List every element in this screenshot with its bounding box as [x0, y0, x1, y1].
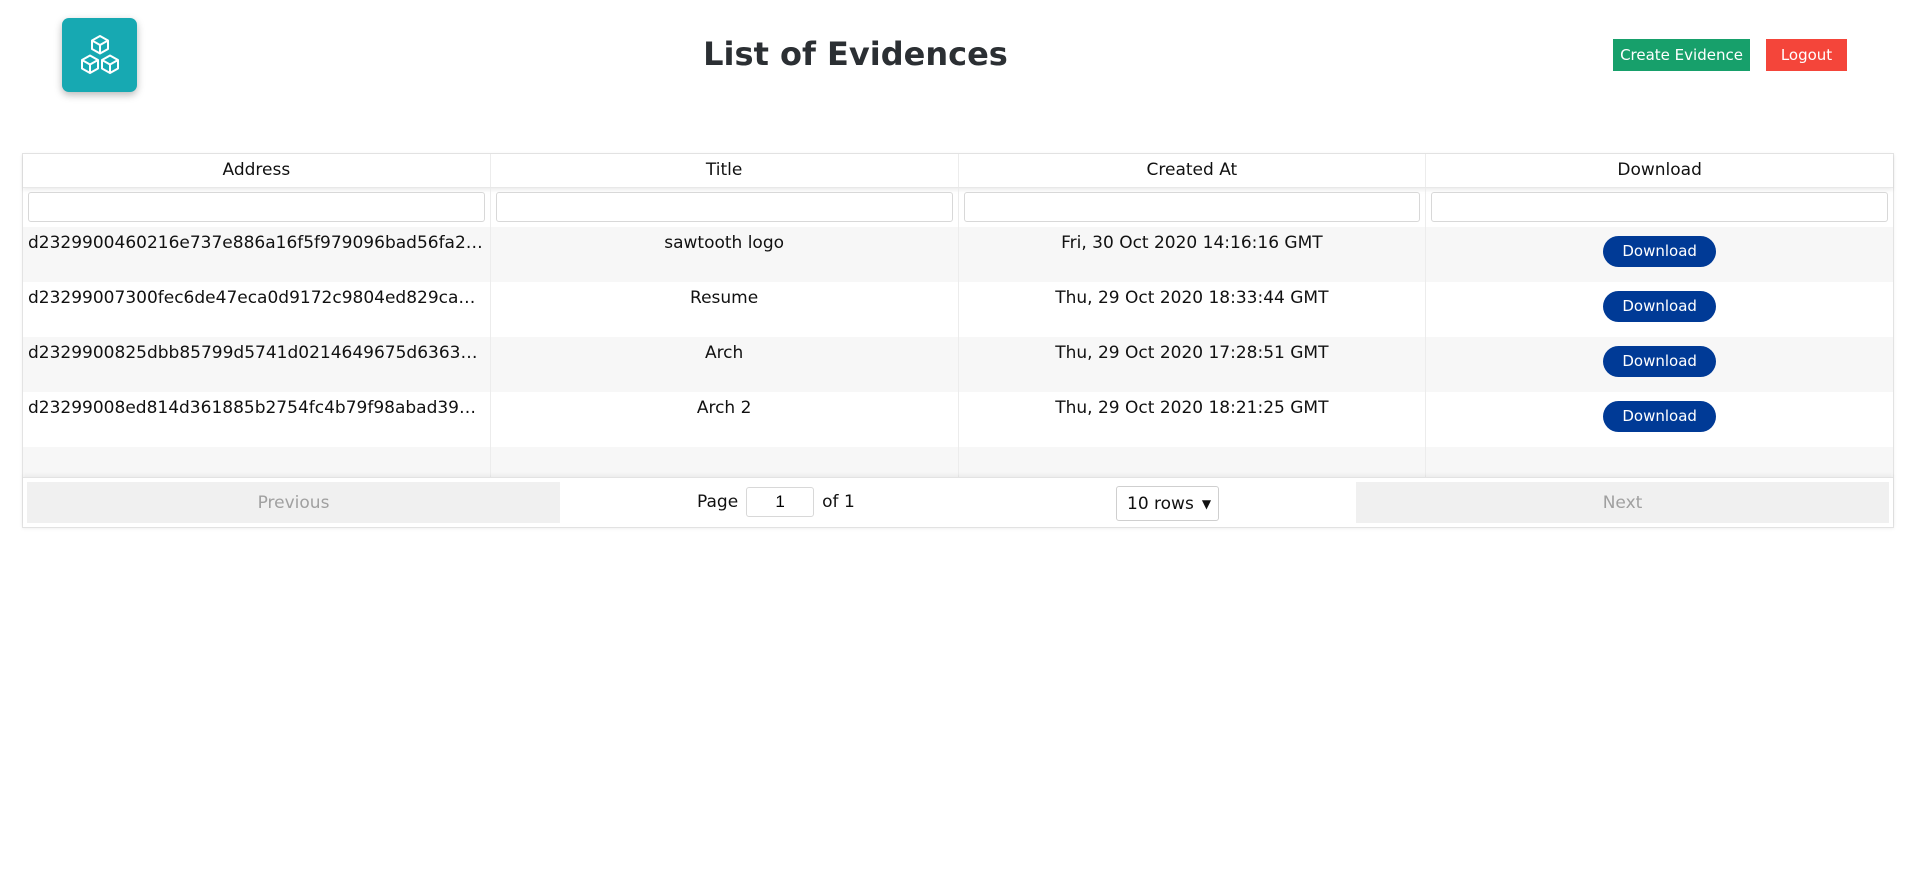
column-header-address[interactable]: Address	[23, 154, 491, 187]
page-number-input[interactable]	[746, 487, 815, 517]
created-at-filter-input[interactable]	[963, 192, 1421, 222]
table-row: d2329900460216e737e886a16f5f979096bad56f…	[23, 227, 1893, 282]
page-total-label: of 1	[822, 492, 855, 512]
created-at-cell: Thu, 29 Oct 2020 17:28:51 GMT	[959, 337, 1427, 392]
previous-button[interactable]: Previous	[27, 482, 560, 523]
download-button[interactable]: Download	[1603, 401, 1716, 432]
title-cell: Arch	[491, 337, 959, 392]
title-cell: Resume	[491, 282, 959, 337]
pagination-bar: Previous Page of 1 10 rows ▼ Next	[23, 477, 1893, 527]
address-cell: d2329900460216e737e886a16f5f979096bad56f…	[23, 227, 491, 282]
page-title: List of Evidences	[703, 35, 1008, 73]
rows-per-page-select[interactable]: 10 rows ▼	[1116, 486, 1219, 521]
table-row: d23299007300fec6de47eca0d9172c9804ed829c…	[23, 282, 1893, 337]
column-header-download[interactable]: Download	[1426, 154, 1893, 187]
title-cell: sawtooth logo	[491, 227, 959, 282]
page-label: Page	[697, 492, 739, 512]
page-indicator: Page of 1	[697, 487, 855, 517]
download-button[interactable]: Download	[1603, 291, 1716, 322]
address-cell: d2329900825dbb85799d5741d0214649675d6363…	[23, 337, 491, 392]
address-cell: d23299008ed814d361885b2754fc4b79f98abad3…	[23, 392, 491, 447]
create-evidence-button[interactable]: Create Evidence	[1613, 39, 1750, 71]
table-row: d23299008ed814d361885b2754fc4b79f98abad3…	[23, 392, 1893, 447]
table-header: Address Title Created At Download	[23, 154, 1893, 188]
evidence-table: Address Title Created At Download d23299…	[22, 153, 1894, 528]
next-button[interactable]: Next	[1356, 482, 1889, 523]
address-filter-input[interactable]	[28, 192, 485, 222]
created-at-cell: Thu, 29 Oct 2020 18:21:25 GMT	[959, 392, 1427, 447]
column-header-title[interactable]: Title	[491, 154, 959, 187]
download-button[interactable]: Download	[1603, 346, 1716, 377]
logout-button[interactable]: Logout	[1766, 39, 1847, 71]
created-at-cell: Fri, 30 Oct 2020 14:16:16 GMT	[959, 227, 1427, 282]
title-cell: Arch 2	[491, 392, 959, 447]
created-at-cell: Thu, 29 Oct 2020 18:33:44 GMT	[959, 282, 1427, 337]
column-header-created-at[interactable]: Created At	[959, 154, 1427, 187]
table-row: d2329900825dbb85799d5741d0214649675d6363…	[23, 337, 1893, 392]
address-cell: d23299007300fec6de47eca0d9172c9804ed829c…	[23, 282, 491, 337]
title-filter-input[interactable]	[495, 192, 953, 222]
rows-per-page-value: 10 rows	[1127, 493, 1194, 514]
download-filter-input[interactable]	[1431, 192, 1888, 222]
download-button[interactable]: Download	[1603, 236, 1716, 267]
empty-row	[23, 447, 1893, 481]
chevron-down-icon: ▼	[1201, 496, 1212, 511]
filter-row	[23, 188, 1893, 227]
